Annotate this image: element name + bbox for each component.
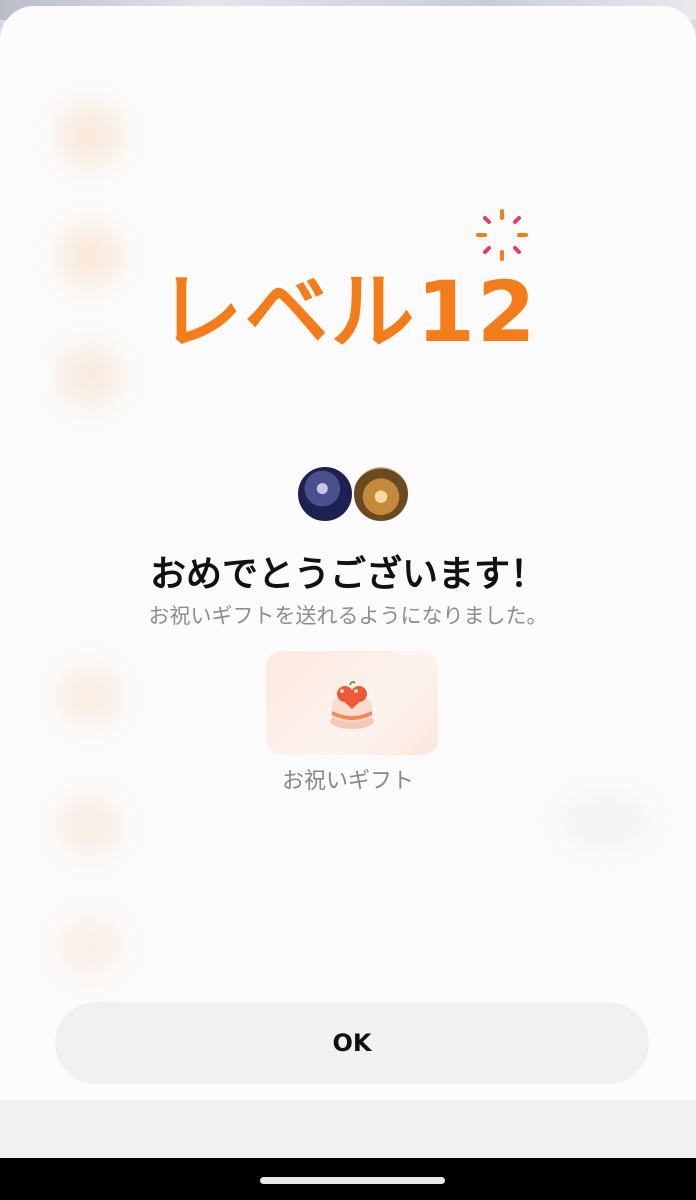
home-indicator[interactable] <box>260 1177 445 1184</box>
ok-button[interactable]: OK <box>55 1002 649 1084</box>
cake-gift-icon <box>330 680 374 729</box>
congrats-subtitle: お祝いギフトを送れるようになりました。 <box>148 604 548 628</box>
screen: レベル12 おめでとうございます！ お祝いギフトを送れるようになりました。 お祝… <box>0 0 696 1200</box>
avatar <box>296 465 354 523</box>
blurred-element <box>560 796 650 846</box>
bottom-area <box>0 1100 696 1158</box>
blurred-avatar <box>60 916 120 976</box>
gift-card <box>266 651 438 755</box>
congrats-title: おめでとうございます！ <box>149 554 546 595</box>
blurred-avatar <box>60 666 120 726</box>
blurred-avatar <box>60 796 120 856</box>
avatar <box>352 465 410 523</box>
avatar-group <box>296 465 410 523</box>
blurred-avatar <box>60 346 120 406</box>
gift-label: お祝いギフト <box>281 769 414 794</box>
level-title: レベル12 <box>158 263 538 361</box>
sparkle-icon <box>476 209 528 261</box>
blurred-avatar <box>60 106 120 166</box>
